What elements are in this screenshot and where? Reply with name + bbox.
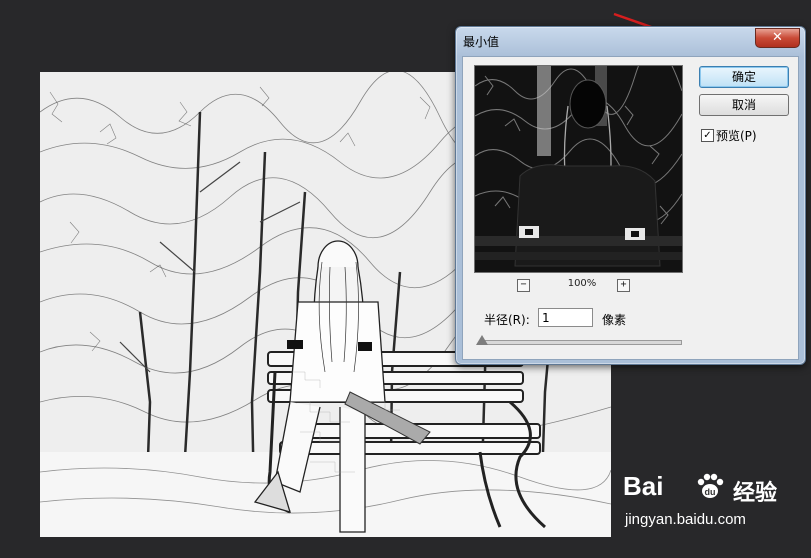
preview-image [475, 66, 682, 272]
radius-unit: 像素 [602, 313, 627, 327]
slider-thumb-icon[interactable] [476, 335, 488, 345]
zoom-out-icon: − [520, 279, 527, 290]
watermark: Bai du 经验 jingyan.baidu.com [615, 465, 805, 545]
zoom-in-icon: + [620, 279, 627, 290]
watermark-url: jingyan.baidu.com [625, 511, 746, 528]
filter-preview[interactable] [474, 65, 683, 273]
zoom-out-button[interactable]: − [517, 279, 530, 292]
zoom-level: 100% [567, 278, 597, 289]
dialog-title: 最小值 [463, 35, 500, 49]
close-icon: ✕ [772, 30, 783, 45]
radius-input[interactable] [538, 308, 593, 327]
cancel-button[interactable]: 取消 [699, 94, 789, 116]
checkbox-check-icon: ✓ [703, 130, 712, 141]
minimum-filter-dialog: 最小值 ✕ − 100% + 确定 取消 ✓ 预览(P) 半径(R): 1 像素 [455, 26, 806, 365]
svg-text:du: du [705, 487, 716, 497]
ok-button[interactable]: 确定 [699, 66, 789, 88]
radius-slider-track[interactable] [480, 340, 682, 345]
close-button[interactable]: ✕ [755, 28, 800, 48]
baidu-paw-icon: du [697, 473, 724, 498]
watermark-suffix: 经验 [733, 481, 778, 506]
dialog-body: − 100% + 确定 取消 ✓ 预览(P) 半径(R): 像素 [462, 56, 799, 360]
preview-label[interactable]: 预览(P) [716, 127, 757, 144]
radius-label: 半径(R): [484, 313, 530, 327]
preview-checkbox[interactable]: ✓ [701, 129, 714, 142]
watermark-logo-text: Bai [623, 471, 664, 501]
zoom-in-button[interactable]: + [617, 279, 630, 292]
